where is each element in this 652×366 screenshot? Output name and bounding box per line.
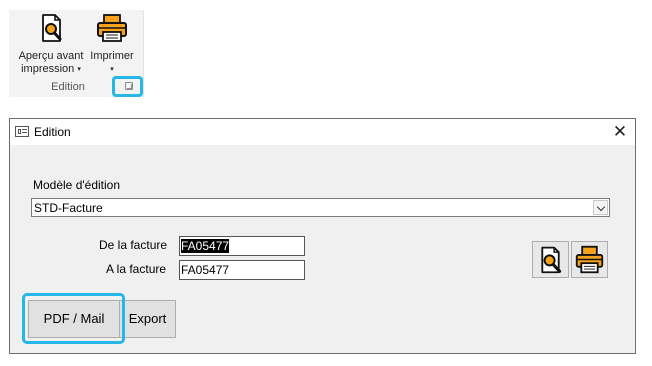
model-select-value: STD-Facture [34, 201, 103, 215]
from-invoice-field[interactable]: FA05477 [179, 236, 305, 256]
close-icon[interactable]: ✕ [611, 123, 629, 141]
print-button-label: Imprimer [90, 50, 134, 62]
to-invoice-value: FA05477 [181, 263, 230, 277]
preview-magnifier-icon [541, 246, 562, 274]
ribbon-group-label: Edition [51, 81, 85, 93]
chevron-down-icon[interactable] [593, 200, 608, 215]
preview-magnifier-icon [15, 12, 87, 48]
print-direct-button[interactable] [571, 241, 608, 278]
dialog-launcher-button[interactable] [112, 76, 143, 97]
form-window-icon [15, 126, 29, 137]
edition-dialog: Edition ✕ Modèle d'édition STD-Facture D… [9, 118, 636, 354]
export-button[interactable]: Export [119, 300, 176, 338]
dialog-title: Edition [34, 125, 71, 139]
ribbon-separator [143, 10, 144, 97]
model-select[interactable]: STD-Facture [31, 198, 610, 217]
chevron-down-icon: ▾ [110, 66, 114, 73]
model-label: Modèle d'édition [33, 178, 121, 192]
print-preview-label-line2: impression ▾ [21, 63, 81, 75]
printer-icon [87, 12, 137, 48]
chevron-down-icon: ▾ [77, 66, 81, 73]
print-button[interactable]: Imprimer ▾ [87, 10, 137, 80]
printer-icon [575, 245, 604, 274]
ribbon-group-edition: Aperçu avant impression ▾ Imprimer ▾ Edi… [9, 10, 144, 97]
print-preview-label-line1: Aperçu avant [18, 50, 84, 62]
to-invoice-field[interactable]: FA05477 [179, 260, 305, 280]
dialog-launcher-icon [125, 82, 133, 90]
print-preview-button[interactable]: Aperçu avant impression ▾ [15, 10, 87, 80]
from-invoice-label: De la facture [99, 238, 168, 252]
preview-button[interactable] [532, 241, 569, 278]
from-invoice-value: FA05477 [181, 239, 230, 253]
pdf-mail-highlight [22, 293, 125, 344]
dialog-titlebar: Edition ✕ [10, 119, 635, 145]
to-invoice-label: A la facture [106, 262, 167, 276]
